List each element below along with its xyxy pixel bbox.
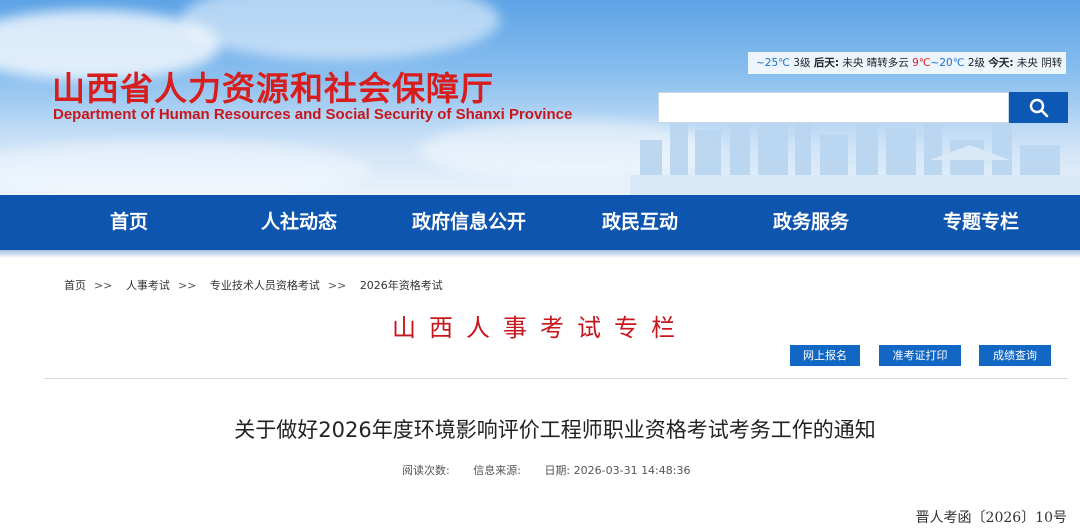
article-meta: 阅读次数: 信息来源: 日期: 2026-03-31 14:48:36 xyxy=(402,462,710,478)
nav-item-gov-info[interactable]: 政府信息公开 xyxy=(384,195,554,250)
wind-level: 3级 xyxy=(793,57,811,69)
site-title[interactable]: 山西省人力资源和社会保障厅 xyxy=(52,62,494,110)
temperature-range: ~25℃ xyxy=(756,57,790,69)
breadcrumb-separator: >> xyxy=(327,279,347,292)
weather-text: 未央 晴转多云 xyxy=(842,57,909,69)
nav-item-topics[interactable]: 专题专栏 xyxy=(896,195,1066,250)
nav-item-home[interactable]: 首页 xyxy=(44,195,214,250)
breadcrumb: 首页 >> 人事考试 >> 专业技术人员资格考试 >> 2026年资格考试 xyxy=(64,277,451,293)
meta-source: 信息来源: xyxy=(473,464,521,477)
weather-text: 未央 阴转 xyxy=(1016,57,1063,69)
search-button[interactable] xyxy=(1009,92,1068,123)
search-input[interactable] xyxy=(658,92,1009,123)
main-navigation: 首页 人社动态 政府信息公开 政民互动 政务服务 专题专栏 xyxy=(0,195,1080,250)
nav-shadow xyxy=(0,250,1080,258)
nav-item-interaction[interactable]: 政民互动 xyxy=(555,195,725,250)
breadcrumb-separator: >> xyxy=(177,279,197,292)
temperature-high: 9℃ xyxy=(912,57,931,69)
day-label: 今天: xyxy=(988,57,1014,69)
weather-ticker: ~25℃ 3级 后天: 未央 晴转多云 9℃~20℃ 2级 今天: 未央 阴转 xyxy=(748,52,1066,74)
wind-level: 2级 xyxy=(967,57,986,69)
column-title: 山西人事考试专栏 xyxy=(392,314,688,342)
meta-date: 日期: 2026-03-31 14:48:36 xyxy=(544,464,691,477)
score-query-button[interactable]: 成绩查询 xyxy=(979,345,1051,366)
cloud-decoration xyxy=(180,0,500,60)
temperature-range: ~20℃ xyxy=(930,57,965,69)
meta-views: 阅读次数: xyxy=(402,464,450,477)
breadcrumb-item[interactable]: 专业技术人员资格考试 xyxy=(210,279,320,292)
site-header: 山西省人力资源和社会保障厅 Department of Human Resour… xyxy=(0,0,1080,195)
search-icon xyxy=(1029,98,1048,117)
site-subtitle-english: Department of Human Resources and Social… xyxy=(53,106,573,123)
document-number: 晋人考函〔2026〕10号 xyxy=(915,510,1067,526)
breadcrumb-separator: >> xyxy=(94,279,113,292)
breadcrumb-item[interactable]: 人事考试 xyxy=(126,279,170,292)
divider xyxy=(44,378,1068,379)
online-registration-button[interactable]: 网上报名 xyxy=(790,345,860,366)
cloud-decoration xyxy=(0,140,370,195)
admission-ticket-print-button[interactable]: 准考证打印 xyxy=(879,345,961,366)
day-label: 后天: xyxy=(813,57,840,69)
article-title: 关于做好2026年度环境影响评价工程师职业资格考试考务工作的通知 xyxy=(234,418,876,442)
breadcrumb-item[interactable]: 2026年资格考试 xyxy=(360,279,443,292)
breadcrumb-item[interactable]: 首页 xyxy=(64,279,86,292)
nav-item-news[interactable]: 人社动态 xyxy=(214,195,384,250)
nav-item-services[interactable]: 政务服务 xyxy=(726,195,896,250)
